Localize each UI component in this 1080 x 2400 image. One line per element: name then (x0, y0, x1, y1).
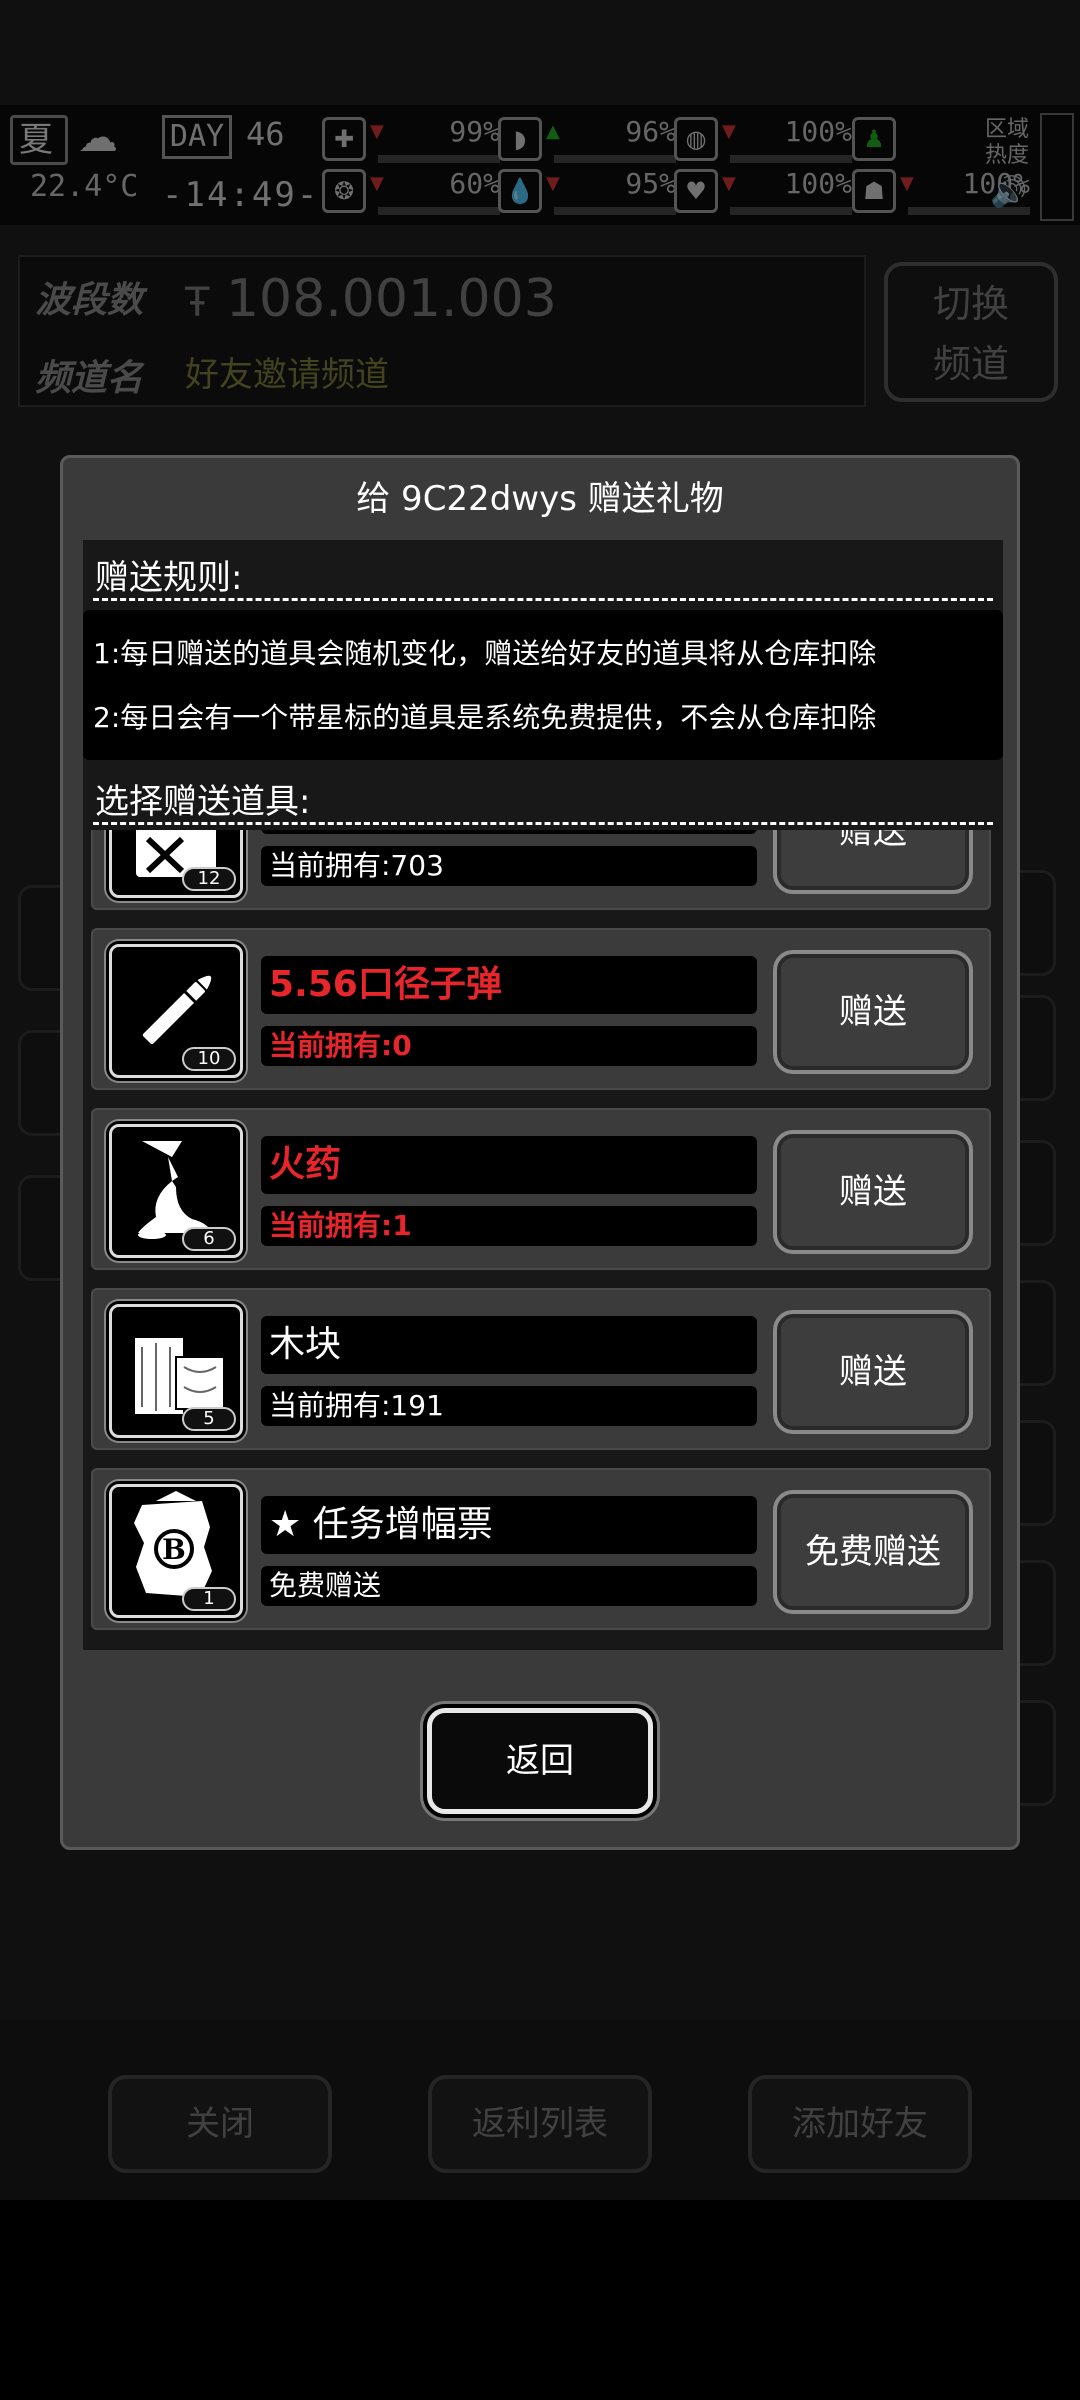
rule-line: 2:每日会有一个带星标的道具是系统免费提供，不会从仓库扣除 (93, 701, 877, 734)
select-items-heading: 选择赠送道具: (95, 782, 311, 822)
bullet-icon: 10 (109, 944, 243, 1078)
divider (93, 822, 993, 825)
rule-line: 1:每日赠送的道具会随机变化，赠送给好友的道具将从仓库扣除 (93, 637, 877, 670)
gift-button[interactable]: 赠送 (773, 1310, 973, 1434)
item-owned: 当前拥有:703 (261, 846, 757, 886)
item-quantity: 1 (182, 1587, 236, 1611)
gift-button[interactable]: 赠送 (773, 1130, 973, 1254)
gift-item-row: 12 燃料 当前拥有:703 赠送 (91, 830, 991, 910)
ticket-icon: B 1 (109, 1484, 243, 1618)
item-quantity: 6 (182, 1227, 236, 1251)
item-name: 火药 (261, 1136, 757, 1194)
rules-heading: 赠送规则: (95, 558, 243, 598)
item-name: 5.56口径子弹 (261, 956, 757, 1014)
return-button[interactable]: 返回 (427, 1708, 653, 1814)
gunpowder-icon: 6 (109, 1124, 243, 1258)
item-owned: 当前拥有:0 (261, 1026, 757, 1066)
item-quantity: 12 (182, 867, 236, 891)
svg-text:B: B (162, 1533, 186, 1566)
gift-dialog: 给 9C22dwys 赠送礼物 赠送规则: 1:每日赠送的道具会随机变化，赠送给… (60, 455, 1020, 1850)
divider (93, 598, 993, 601)
gift-item-list[interactable]: 12 燃料 当前拥有:703 赠送 10 (83, 830, 1003, 1650)
item-quantity: 5 (182, 1407, 236, 1431)
item-name: 木块 (261, 1316, 757, 1374)
rules-box: 1:每日赠送的道具会随机变化，赠送给好友的道具将从仓库扣除 2:每日会有一个带星… (83, 610, 1003, 760)
gift-item-row: 6 火药 当前拥有:1 赠送 (91, 1108, 991, 1270)
item-owned: 免费赠送 (261, 1566, 757, 1606)
item-owned: 当前拥有:191 (261, 1386, 757, 1426)
dialog-content: 赠送规则: 1:每日赠送的道具会随机变化，赠送给好友的道具将从仓库扣除 2:每日… (83, 540, 1003, 1650)
free-gift-button[interactable]: 免费赠送 (773, 1490, 973, 1614)
dialog-title: 给 9C22dwys 赠送礼物 (356, 479, 724, 519)
gift-button[interactable]: 赠送 (773, 950, 973, 1074)
item-name: 燃料 (261, 830, 757, 834)
item-name: ★ 任务增幅票 (261, 1496, 757, 1554)
gift-item-row: 10 5.56口径子弹 当前拥有:0 赠送 (91, 928, 991, 1090)
fuel-icon: 12 (109, 830, 243, 898)
item-owned: 当前拥有:1 (261, 1206, 757, 1246)
gift-item-row: B 1 ★ 任务增幅票 免费赠送 免费赠送 (91, 1468, 991, 1630)
wood-icon: 5 (109, 1304, 243, 1438)
item-quantity: 10 (182, 1047, 236, 1071)
gift-item-row: 5 木块 当前拥有:191 赠送 (91, 1288, 991, 1450)
gift-button[interactable]: 赠送 (773, 830, 973, 894)
